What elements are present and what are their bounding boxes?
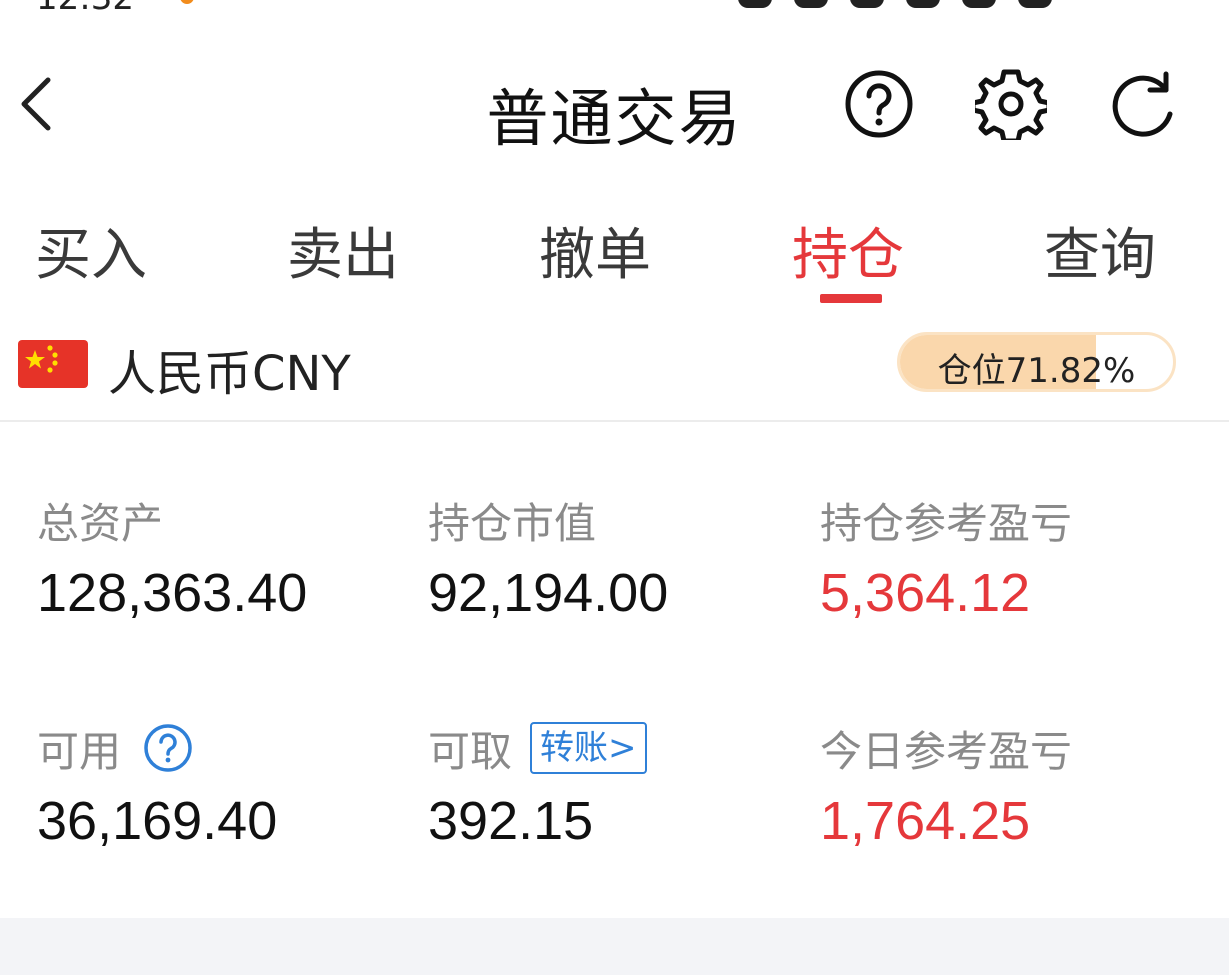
- system-icons: [738, 0, 1052, 8]
- tab-sell[interactable]: 卖出: [243, 210, 443, 291]
- settings-gear-icon[interactable]: [975, 68, 1047, 140]
- metric-label-row: 可用: [37, 720, 427, 776]
- metric-market-value: 持仓市值 92,194.00: [428, 492, 818, 624]
- tab-positions-label: 持仓: [792, 223, 904, 288]
- metric-total-assets: 总资产 128,363.40: [37, 492, 427, 624]
- section-divider: [0, 918, 1229, 975]
- metric-label-row: 可取 转账>: [428, 720, 818, 776]
- tab-cancel-order[interactable]: 撤单: [495, 210, 695, 291]
- currency-label: 人民币CNY: [108, 346, 351, 402]
- metric-available: 可用 36,169.40: [37, 720, 427, 852]
- transfer-button[interactable]: 转账>: [530, 722, 647, 774]
- metric-label: 总资产: [37, 498, 164, 548]
- account-metrics: 总资产 128,363.40 持仓市值 92,194.00 持仓参考盈亏 5,3…: [0, 470, 1229, 910]
- metric-position-pnl: 持仓参考盈亏 5,364.12: [820, 492, 1210, 624]
- metric-label: 今日参考盈亏: [820, 726, 1073, 776]
- metric-label: 持仓参考盈亏: [820, 498, 1073, 548]
- currency-row: 人民币CNY 仓位71.82%: [0, 322, 1229, 422]
- metric-value: 5,364.12: [820, 563, 1031, 623]
- metric-value: 128,363.40: [37, 563, 308, 623]
- metric-value: 92,194.00: [428, 563, 669, 623]
- metric-today-pnl: 今日参考盈亏 1,764.25: [820, 720, 1210, 852]
- wifi-icon: [906, 0, 940, 8]
- metric-value: 36,169.40: [37, 791, 278, 851]
- sync-icon: [738, 0, 772, 8]
- position-ratio-text: 仓位71.82%: [937, 351, 1136, 391]
- active-tab-underline: [820, 294, 882, 303]
- metric-label: 可取: [428, 726, 513, 776]
- metric-value: 1,764.25: [820, 791, 1031, 851]
- notification-dot-icon: [180, 0, 194, 4]
- position-ratio-badge: 仓位71.82%: [897, 332, 1176, 392]
- help-icon[interactable]: [843, 68, 915, 140]
- battery-saver-icon: [850, 0, 884, 8]
- refresh-icon[interactable]: [1108, 68, 1180, 140]
- top-header: 普通交易: [0, 50, 1229, 160]
- trade-tabs: 买入 卖出 撤单 持仓 查询: [0, 190, 1229, 310]
- question-info-icon[interactable]: [143, 723, 193, 773]
- metric-withdrawable: 可取 转账> 392.15: [428, 720, 818, 852]
- tab-buy[interactable]: 买入: [0, 210, 191, 291]
- status-time: 12:32: [36, 0, 134, 14]
- status-bar: 12:32: [0, 0, 1229, 14]
- tab-positions[interactable]: 持仓: [748, 210, 948, 303]
- metric-label: 持仓市值: [428, 498, 597, 548]
- tab-query[interactable]: 查询: [1000, 210, 1200, 291]
- battery-icon: [1018, 0, 1052, 8]
- signal-icon: [962, 0, 996, 8]
- china-flag-icon: [18, 340, 88, 388]
- location-icon: [794, 0, 828, 8]
- metric-label: 可用: [37, 726, 122, 776]
- metric-value: 392.15: [428, 791, 594, 851]
